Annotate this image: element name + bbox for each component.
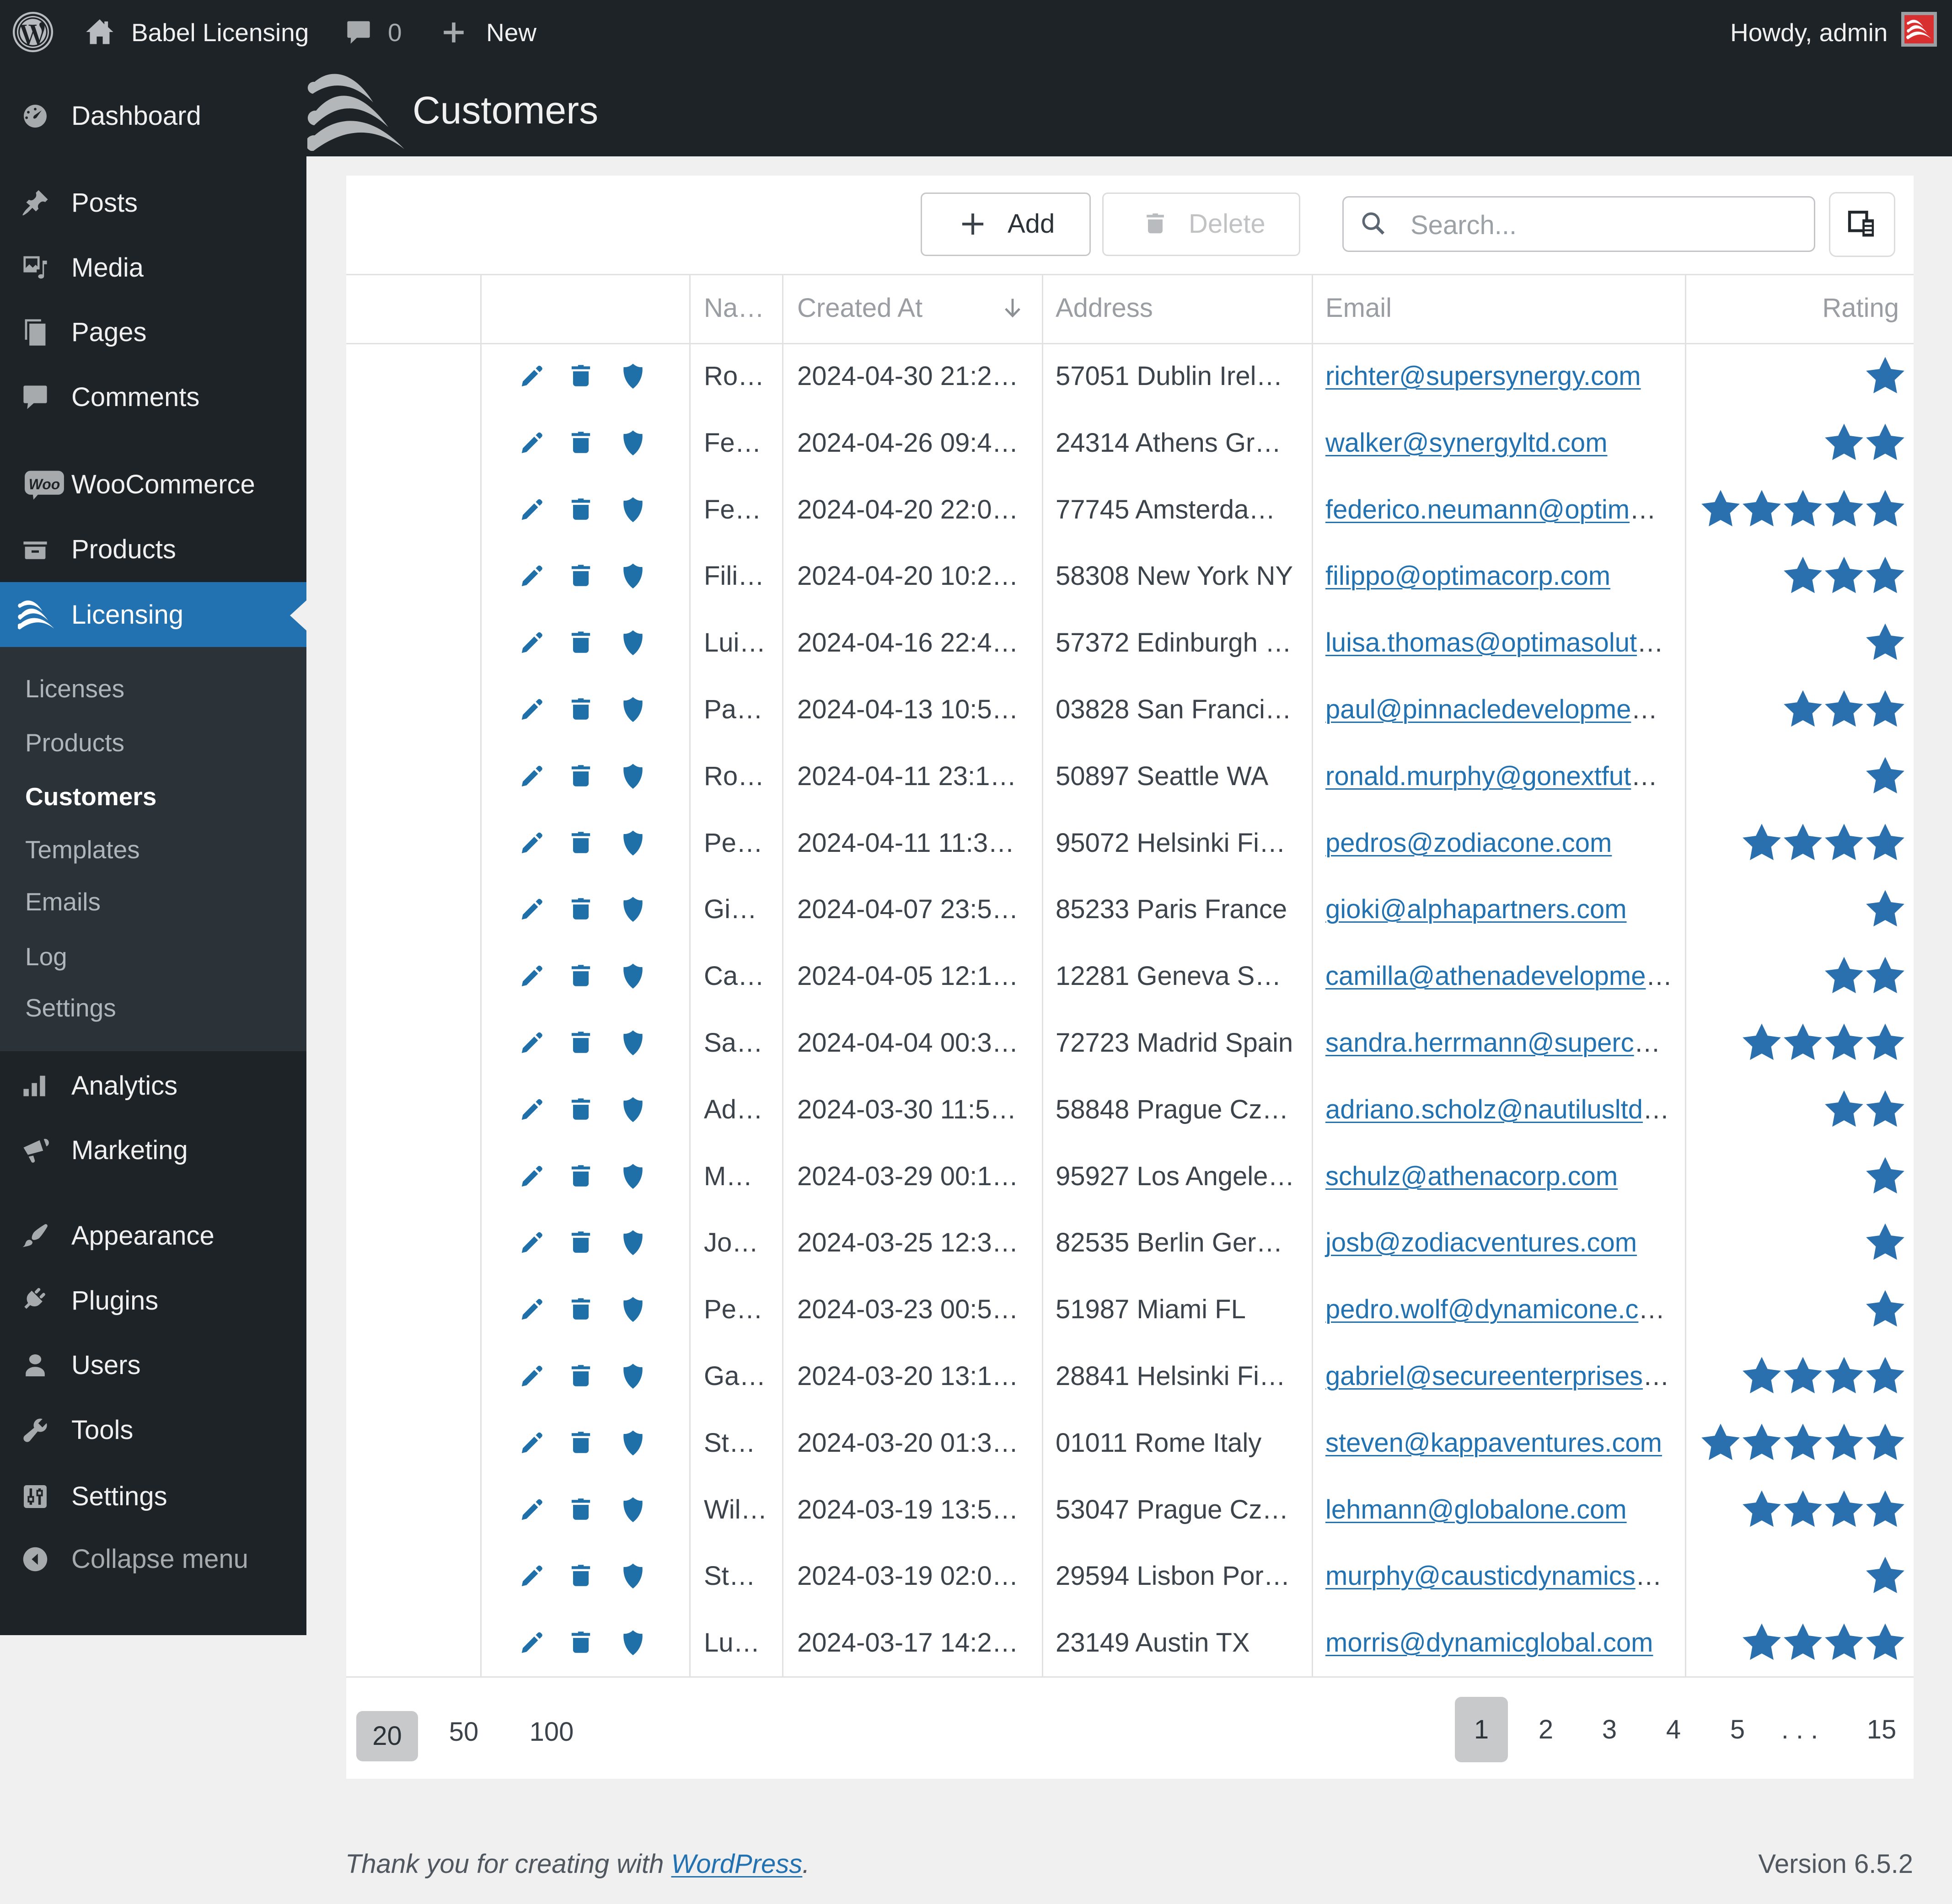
svg-text:Woo: Woo <box>29 476 60 492</box>
